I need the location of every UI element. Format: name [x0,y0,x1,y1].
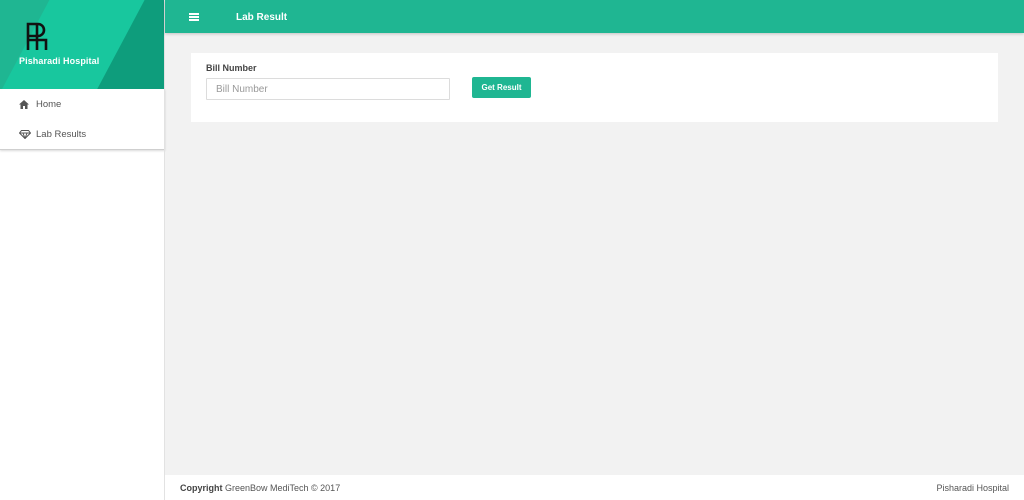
bill-number-input[interactable] [206,78,450,100]
copyright-text: GreenBow MediTech © 2017 [222,483,341,493]
brand-header: Pisharadi Hospital [0,0,165,89]
hamburger-icon[interactable] [189,13,199,21]
hospital-logo-icon [26,22,48,50]
footer: Copyright GreenBow MediTech © 2017 Pisha… [165,475,1024,500]
sidebar-item-lab-results[interactable]: Lab Results [0,119,165,149]
get-result-button[interactable]: Get Result [472,77,531,98]
sidebar: Pisharadi Hospital Home Lab Results [0,0,165,500]
copyright-label: Copyright [180,483,223,493]
footer-copyright: Copyright GreenBow MediTech © 2017 [180,483,340,493]
sidebar-menu: Home Lab Results [0,89,165,150]
brand-name: Pisharadi Hospital [19,56,100,66]
lab-result-form-card: Bill Number Get Result [191,53,998,122]
home-icon [19,99,31,109]
diamond-icon [19,129,31,139]
sidebar-item-label: Home [36,98,62,110]
top-bar: Lab Result [165,0,1024,33]
bill-number-label: Bill Number [206,63,257,73]
footer-hospital-name: Pisharadi Hospital [936,483,1009,493]
sidebar-item-label: Lab Results [36,128,87,140]
sidebar-item-home[interactable]: Home [0,89,165,119]
page-title: Lab Result [236,12,288,23]
